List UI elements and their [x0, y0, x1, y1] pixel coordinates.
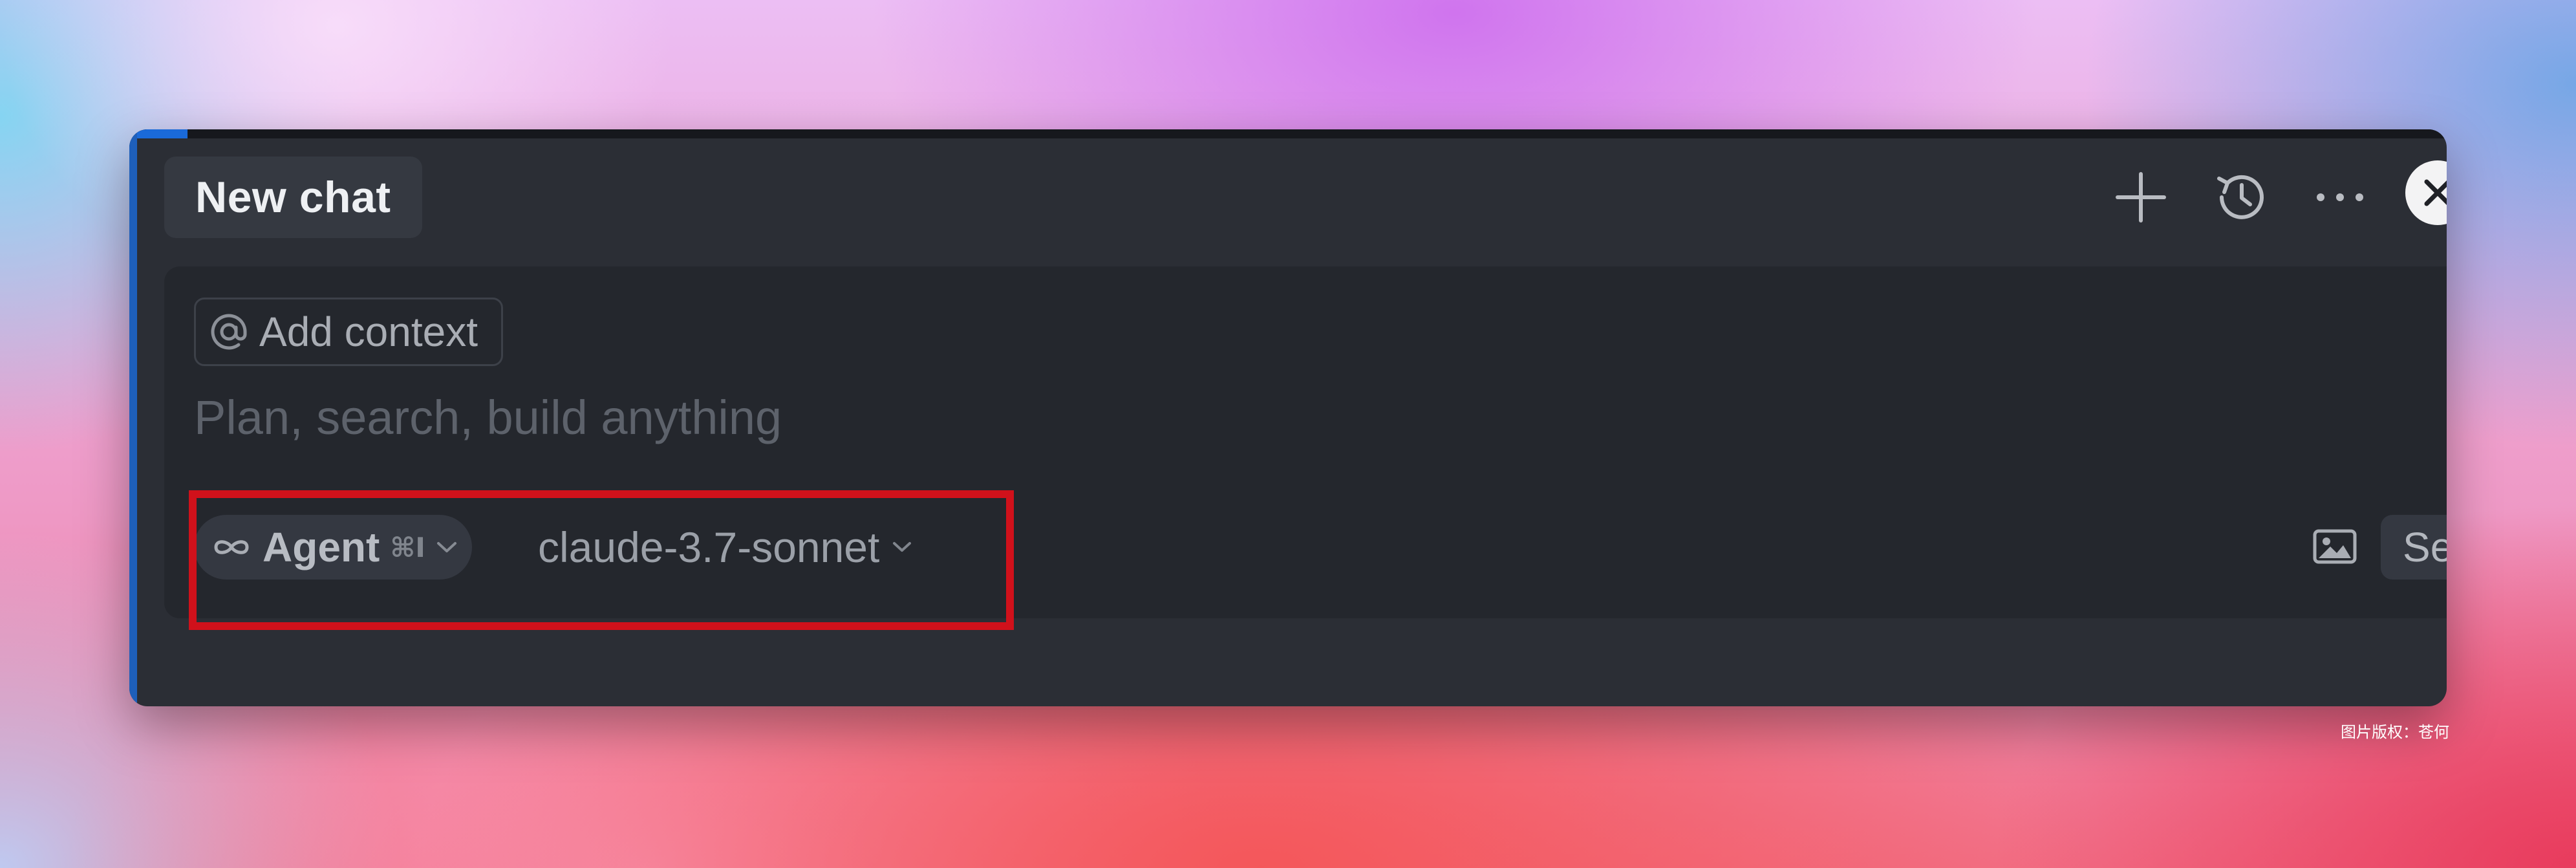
add-context-button[interactable]: Add context: [194, 298, 503, 366]
image-icon: [2313, 529, 2357, 564]
at-icon: [211, 314, 247, 350]
annotation-highlight-box: [189, 490, 1014, 630]
tab-title: New chat: [195, 173, 391, 222]
more-icon: [2317, 193, 2363, 201]
new-chat-button[interactable]: [2105, 162, 2176, 233]
window-accent-left: [129, 129, 137, 706]
send-button[interactable]: Send: [2381, 515, 2447, 580]
history-button[interactable]: [2206, 162, 2277, 233]
prompt-input[interactable]: [194, 382, 2263, 453]
close-icon: [2424, 179, 2447, 206]
close-button[interactable]: [2405, 160, 2447, 225]
more-options-button[interactable]: [2304, 162, 2376, 233]
window-top-bar: [129, 129, 2447, 138]
send-label: Send: [2403, 524, 2447, 570]
tab-new-chat[interactable]: New chat: [164, 157, 422, 238]
add-context-label: Add context: [259, 309, 478, 355]
attach-image-button[interactable]: [2307, 519, 2363, 574]
watermark-text: 图片版权：苍何: [2341, 723, 2449, 741]
history-icon: [2217, 175, 2264, 219]
plus-icon: [2116, 172, 2166, 222]
window-accent-top: [129, 129, 188, 138]
